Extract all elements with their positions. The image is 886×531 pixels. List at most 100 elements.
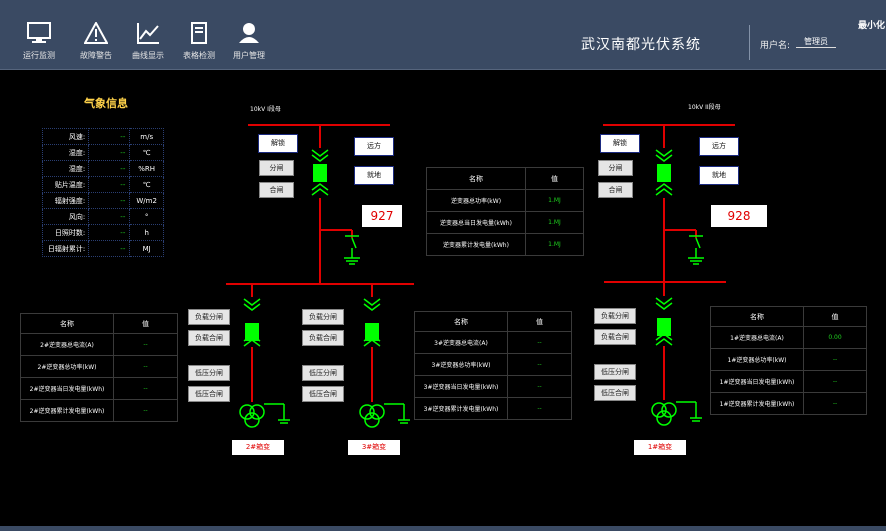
close-breaker-button-right[interactable]: 合闸 xyxy=(598,182,633,198)
weather-label: 贴片温度: xyxy=(41,176,90,193)
row-name: 逆变器累计发电量(kWh) xyxy=(426,233,526,256)
table-row: 逆变器总功率(kW) 1.MJ xyxy=(426,189,584,212)
weather-label: 日辐射累计: xyxy=(41,240,90,257)
row-name: 3#逆变器当日发电量(kWh) xyxy=(414,375,508,398)
busbar-label-right: 10kV II段母 xyxy=(688,104,721,111)
col-value-header: 值 xyxy=(113,313,178,334)
row-value: -- xyxy=(113,377,178,400)
row-value: -- xyxy=(113,333,178,356)
weather-value: -- xyxy=(88,144,131,161)
row-value: -- xyxy=(803,370,867,393)
weather-row: 贴片温度: -- ℃ xyxy=(41,176,164,193)
weather-unit: W/m2 xyxy=(129,192,164,209)
close-breaker-button-left[interactable]: 合闸 xyxy=(259,182,294,198)
load-close-button-1[interactable]: 负载合闸 xyxy=(594,329,636,345)
weather-label: 辐射强度: xyxy=(41,192,90,209)
table-row: 3#逆变器总电流(A) -- xyxy=(414,331,572,354)
reading-box-left: 927 xyxy=(362,205,402,227)
row-name: 2#逆变器总功率(kW) xyxy=(20,355,114,378)
remote-button-left[interactable]: 远方 xyxy=(354,137,394,156)
load-close-button-3[interactable]: 负载合闸 xyxy=(302,330,344,346)
weather-label: 风向: xyxy=(41,208,90,225)
weather-row: 湿度: -- %RH xyxy=(41,160,164,177)
weather-label: 日照时数: xyxy=(41,224,90,241)
weather-unit: %RH xyxy=(129,160,164,177)
table-row: 1#逆变器累计发电量(kWh) -- xyxy=(710,392,867,415)
row-value: 1.MJ xyxy=(525,233,584,256)
weather-row: 湿度: -- ℃ xyxy=(41,144,164,161)
col-name-header: 名称 xyxy=(414,311,508,332)
lv-close-button-3[interactable]: 低压合闸 xyxy=(302,386,344,402)
table-row: 3#逆变器总功率(kW) -- xyxy=(414,353,572,376)
local-button-right[interactable]: 就地 xyxy=(699,166,739,185)
weather-value: -- xyxy=(88,240,131,257)
row-value: 1.MJ xyxy=(525,211,584,234)
lv-close-button-2[interactable]: 低压合闸 xyxy=(188,386,230,402)
weather-unit: MJ xyxy=(129,240,164,257)
open-breaker-button-left[interactable]: 分闸 xyxy=(259,160,294,176)
row-value: -- xyxy=(507,331,572,354)
row-name: 逆变器总当日发电量(kWh) xyxy=(426,211,526,234)
row-name: 2#逆变器累计发电量(kWh) xyxy=(20,399,114,422)
table-header: 名称值 xyxy=(20,313,178,334)
col-value-header: 值 xyxy=(803,306,867,327)
load-open-button-3[interactable]: 负载分闸 xyxy=(302,309,344,325)
table-row: 1#逆变器总功率(kW) -- xyxy=(710,348,867,371)
row-value: -- xyxy=(507,397,572,420)
unlock-button-right[interactable]: 解锁 xyxy=(600,134,640,153)
weather-unit: m/s xyxy=(129,128,164,145)
weather-unit: h xyxy=(129,224,164,241)
open-breaker-button-right[interactable]: 分闸 xyxy=(598,160,633,176)
remote-button-right[interactable]: 远方 xyxy=(699,137,739,156)
load-open-button-2[interactable]: 负载分闸 xyxy=(188,309,230,325)
lv-open-button-3[interactable]: 低压分闸 xyxy=(302,365,344,381)
row-name: 3#逆变器总电流(A) xyxy=(414,331,508,354)
table-row: 1#逆变器当日发电量(kWh) -- xyxy=(710,370,867,393)
unlock-button-left[interactable]: 解锁 xyxy=(258,134,298,153)
row-value: -- xyxy=(113,399,178,422)
busbar-label-left: 10kV I段母 xyxy=(250,106,281,113)
row-value: 0.00 xyxy=(803,326,867,349)
row-name: 3#逆变器累计发电量(kWh) xyxy=(414,397,508,420)
local-button-left[interactable]: 就地 xyxy=(354,166,394,185)
col-name-header: 名称 xyxy=(710,306,804,327)
weather-row: 日照时数: -- h xyxy=(41,224,164,241)
transformer-label-2: 2#箱变 xyxy=(232,440,284,455)
weather-table: 风速: -- m/s 湿度: -- ℃ 湿度: -- %RH 贴片温度: -- ℃ 辐射强度: -… xyxy=(41,128,164,257)
table-row: 1#逆变器总电流(A) 0.00 xyxy=(710,326,867,349)
weather-label: 湿度: xyxy=(41,144,90,161)
weather-title: 气象信息 xyxy=(84,97,128,110)
table-row: 3#逆变器累计发电量(kWh) -- xyxy=(414,397,572,420)
weather-row: 风向: -- ° xyxy=(41,208,164,225)
load-close-button-2[interactable]: 负载合闸 xyxy=(188,330,230,346)
lv-open-button-2[interactable]: 低压分闸 xyxy=(188,365,230,381)
table-header: 名称值 xyxy=(414,311,572,332)
col-value-header: 值 xyxy=(525,167,584,190)
row-name: 2#逆变器总电流(A) xyxy=(20,333,114,356)
weather-unit: ℃ xyxy=(129,176,164,193)
weather-value: -- xyxy=(88,160,131,177)
row-name: 逆变器总功率(kW) xyxy=(426,189,526,212)
lv-close-button-1[interactable]: 低压合闸 xyxy=(594,385,636,401)
weather-value: -- xyxy=(88,224,131,241)
lv-open-button-1[interactable]: 低压分闸 xyxy=(594,364,636,380)
row-name: 1#逆变器总功率(kW) xyxy=(710,348,804,371)
weather-row: 辐射强度: -- W/m2 xyxy=(41,192,164,209)
table-row: 3#逆变器当日发电量(kWh) -- xyxy=(414,375,572,398)
inverter-total-table: 名称值 逆变器总功率(kW) 1.MJ 逆变器总当日发电量(kWh) 1.MJ 逆变… xyxy=(426,167,584,256)
load-open-button-1[interactable]: 负载分闸 xyxy=(594,308,636,324)
inverter-3-table: 名称值 3#逆变器总电流(A) -- 3#逆变器总功率(kW) -- 3#逆变器当日… xyxy=(414,311,572,420)
table-row: 2#逆变器累计发电量(kWh) -- xyxy=(20,399,178,422)
weather-label: 风速: xyxy=(41,128,90,145)
row-name: 1#逆变器累计发电量(kWh) xyxy=(710,392,804,415)
weather-unit: ℃ xyxy=(129,144,164,161)
weather-unit: ° xyxy=(129,208,164,225)
table-header: 名称值 xyxy=(710,306,867,327)
table-row: 2#逆变器当日发电量(kWh) -- xyxy=(20,377,178,400)
row-value: -- xyxy=(803,348,867,371)
row-name: 3#逆变器总功率(kW) xyxy=(414,353,508,376)
inverter-1-table: 名称值 1#逆变器总电流(A) 0.00 1#逆变器总功率(kW) -- 1#逆变器… xyxy=(710,306,867,415)
col-name-header: 名称 xyxy=(20,313,114,334)
bottom-bar xyxy=(0,526,886,531)
table-row: 2#逆变器总功率(kW) -- xyxy=(20,355,178,378)
